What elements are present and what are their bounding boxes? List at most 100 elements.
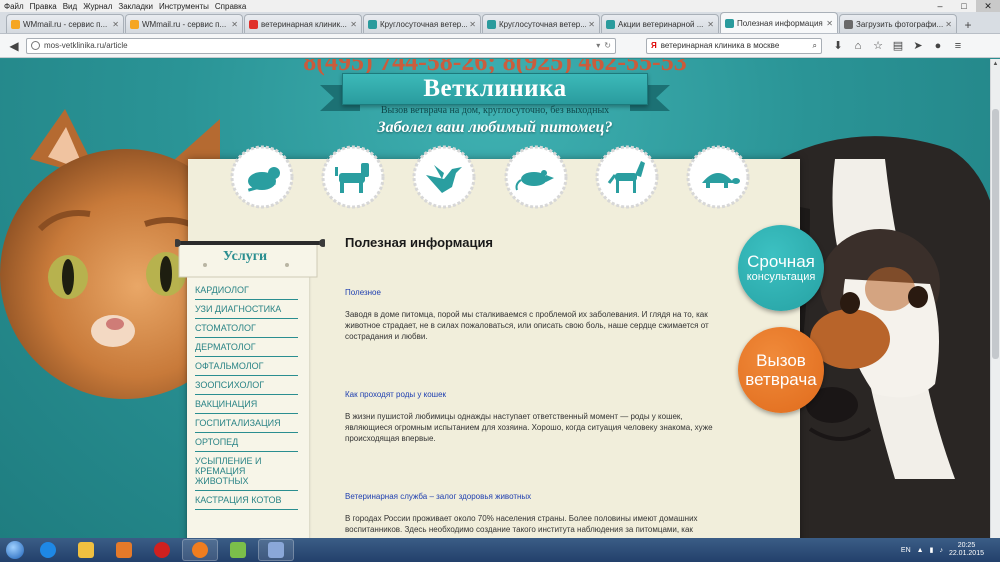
- tab-title: Круглосуточная ветер...: [499, 19, 587, 29]
- horse-badge[interactable]: [595, 145, 659, 209]
- library-icon[interactable]: ▤: [888, 36, 908, 56]
- minimize-button[interactable]: –: [928, 0, 952, 12]
- sidebar-item-euthanasia-cremation[interactable]: Усыпление и кремация животных: [195, 452, 298, 491]
- tab-title: WMmail.ru - сервис п...: [142, 19, 227, 29]
- close-tab-icon[interactable]: ✕: [945, 20, 952, 29]
- menu-view[interactable]: Вид: [63, 2, 77, 11]
- maximize-button[interactable]: □: [952, 0, 976, 12]
- close-tab-icon[interactable]: ✕: [231, 20, 238, 29]
- tab-upload-photos[interactable]: Загрузить фотографи... ✕: [839, 14, 957, 33]
- addon-icon[interactable]: ●: [928, 36, 948, 56]
- cta-urgent-line1: Срочная: [747, 251, 815, 271]
- notepad-icon: [230, 542, 246, 558]
- web-page: 8(495) 744-58-26; 8(925) 462-55-53 Веткл…: [0, 59, 990, 538]
- tab-title: Акции ветеринарной ...: [618, 19, 704, 29]
- sidebar-item-cardiologist[interactable]: Кардиолог: [195, 281, 298, 300]
- volume-icon[interactable]: ♪: [939, 547, 943, 554]
- close-tab-icon[interactable]: ✕: [469, 20, 476, 29]
- tab-wmmail-2[interactable]: WMmail.ru - сервис п... ✕: [125, 14, 243, 33]
- download-icon[interactable]: ⬇: [828, 36, 848, 56]
- network-icon[interactable]: ▮: [930, 546, 934, 554]
- clock[interactable]: 20:25 22.01.2015: [949, 542, 984, 558]
- sidebar-item-orthopedist[interactable]: Ортопед: [195, 433, 298, 452]
- vertical-scrollbar[interactable]: ▲: [990, 59, 1000, 538]
- site-logo[interactable]: Ветклиника: [423, 75, 566, 103]
- sidebar-item-dermatologist[interactable]: Дерматолог: [195, 338, 298, 357]
- sidebar-item-zoopsychologist[interactable]: Зоопсихолог: [195, 376, 298, 395]
- taskbar-opera[interactable]: [144, 539, 180, 561]
- close-tab-icon[interactable]: ✕: [826, 19, 833, 28]
- article-title-link[interactable]: Ветеринарная служба – залог здоровья жив…: [345, 492, 720, 501]
- tab-vet-1[interactable]: Круглосуточная ветер... ✕: [363, 14, 481, 33]
- scrollbar-thumb[interactable]: [992, 109, 999, 359]
- article-item: Полезное Заводя в доме питомца, порой мы…: [345, 288, 720, 342]
- start-button[interactable]: [0, 538, 30, 562]
- cta-call-line1: Вызов: [756, 351, 806, 370]
- tab-vet-promos[interactable]: Акции ветеринарной ... ✕: [601, 14, 719, 33]
- rodent-badge[interactable]: [230, 145, 294, 209]
- sidebar-item-dentist[interactable]: Стоматолог: [195, 319, 298, 338]
- show-hidden-icons-icon[interactable]: ▲: [917, 547, 924, 554]
- menu-tools[interactable]: Инструменты: [159, 2, 209, 11]
- turtle-icon: [686, 145, 750, 209]
- close-tab-icon[interactable]: ✕: [350, 20, 357, 29]
- send-arrow-icon[interactable]: ➤: [908, 36, 928, 56]
- media-player-icon: [116, 542, 132, 558]
- toolbar-icons: ⬇ ⌂ ☆ ▤ ➤ ● ≡: [828, 36, 968, 56]
- back-arrow-icon[interactable]: ◀: [4, 36, 24, 56]
- bird-badge[interactable]: [412, 145, 476, 209]
- system-tray: EN ▲ ▮ ♪ 20:25 22.01.2015: [901, 542, 1000, 558]
- windows-logo-icon: [6, 541, 24, 559]
- call-vet-button[interactable]: Вызов ветврача: [738, 327, 824, 413]
- dog-badge[interactable]: [321, 145, 385, 209]
- bookmark-star-icon[interactable]: ☆: [868, 36, 888, 56]
- article-excerpt: В городах России проживает около 70% нас…: [345, 514, 698, 534]
- hamburger-menu-icon[interactable]: ≡: [948, 36, 968, 56]
- sidebar-item-cat-castration[interactable]: Кастрация котов: [195, 491, 298, 510]
- menu-bookmarks[interactable]: Закладки: [118, 2, 153, 11]
- sidebar-item-ultrasound[interactable]: УЗИ диагностика: [195, 300, 298, 319]
- sidebar-item-hospitalization[interactable]: Госпитализация: [195, 414, 298, 433]
- close-window-button[interactable]: ✕: [976, 0, 1000, 12]
- tab-useful-info[interactable]: Полезная информация ✕: [720, 12, 838, 33]
- close-tab-icon[interactable]: ✕: [707, 20, 714, 29]
- ribbon-body[interactable]: Ветклиника: [342, 73, 648, 105]
- taskbar-media-player[interactable]: [106, 539, 142, 561]
- url-text[interactable]: mos-vetklinika.ru/article: [44, 41, 592, 50]
- close-tab-icon[interactable]: ✕: [112, 20, 119, 29]
- scroll-up-arrow-icon[interactable]: ▲: [991, 59, 1000, 69]
- taskbar-explorer[interactable]: [68, 539, 104, 561]
- article-title-link[interactable]: Как проходят роды у кошек: [345, 390, 720, 399]
- tab-wmmail-1[interactable]: WMmail.ru - сервис п... ✕: [6, 14, 124, 33]
- taskbar-ie[interactable]: [30, 539, 66, 561]
- home-icon[interactable]: ⌂: [848, 36, 868, 56]
- tab-title: ветеринарная клиник...: [261, 19, 347, 29]
- new-tab-button[interactable]: +: [960, 17, 976, 33]
- taskbar-notepad[interactable]: [220, 539, 256, 561]
- sidebar-item-vaccination[interactable]: Вакцинация: [195, 395, 298, 414]
- yandex-logo-icon[interactable]: Я: [651, 41, 657, 50]
- vet-cross-favicon-icon: [725, 18, 734, 28]
- tab-vet-2[interactable]: Круглосуточная ветер... ✕: [482, 14, 600, 33]
- search-box[interactable]: Я ветеринарная клиника в москве ⌕: [646, 37, 822, 54]
- urgent-consultation-button[interactable]: Срочная консультация: [738, 225, 824, 311]
- search-icon[interactable]: ⌕: [813, 41, 817, 51]
- search-query[interactable]: ветеринарная клиника в москве: [661, 41, 813, 50]
- address-bar[interactable]: mos-vetklinika.ru/article ▾ ↻: [26, 37, 616, 54]
- taskbar-firefox[interactable]: [182, 539, 218, 561]
- menu-help[interactable]: Справка: [215, 2, 246, 11]
- taskbar-snipping-tool[interactable]: [258, 539, 294, 561]
- sidebar-item-ophthalmologist[interactable]: Офтальмолог: [195, 357, 298, 376]
- turtle-badge[interactable]: [686, 145, 750, 209]
- tab-yandex-search[interactable]: ветеринарная клиник... ✕: [244, 14, 362, 33]
- menu-file[interactable]: Файл: [4, 2, 24, 11]
- language-indicator[interactable]: EN: [901, 547, 911, 554]
- rat-badge[interactable]: [504, 145, 568, 209]
- menu-history[interactable]: Журнал: [83, 2, 112, 11]
- dropdown-arrow-icon[interactable]: ▾: [596, 41, 600, 50]
- close-tab-icon[interactable]: ✕: [588, 20, 595, 29]
- article-excerpt: В жизни пушистой любимицы однажды наступ…: [345, 412, 713, 443]
- article-title-link[interactable]: Полезное: [345, 288, 720, 297]
- menu-edit[interactable]: Правка: [30, 2, 57, 11]
- reload-icon[interactable]: ↻: [604, 41, 611, 50]
